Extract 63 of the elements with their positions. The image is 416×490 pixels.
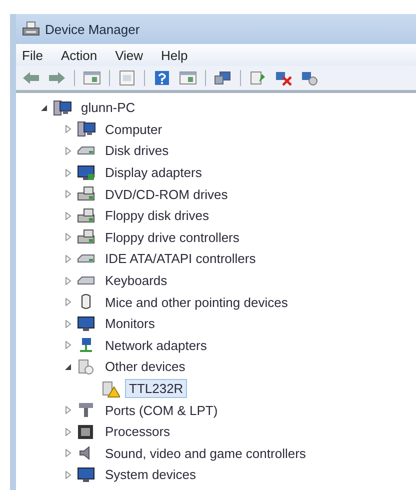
tree-item[interactable]: Sound, video and game controllers: [101, 444, 310, 463]
menu-item[interactable]: File: [22, 48, 43, 62]
tree-item[interactable]: TTL232R: [125, 379, 188, 398]
collapse-arrow-icon[interactable]: [40, 104, 48, 112]
unknown-device-icon: [76, 358, 96, 376]
expand-arrow-icon[interactable]: [64, 254, 72, 263]
floppy-drive-icon: [76, 228, 96, 246]
disable-device-icon[interactable]: [301, 70, 319, 86]
tree-item[interactable]: Network adapters: [101, 336, 211, 355]
expand-arrow-icon[interactable]: [64, 168, 72, 177]
forward-arrow-icon[interactable]: [48, 70, 66, 86]
help-icon[interactable]: [153, 70, 171, 86]
computer-icon: [52, 98, 72, 117]
processor-icon: [76, 422, 96, 441]
tree-item[interactable]: glunn-PC: [77, 98, 140, 118]
tree-item[interactable]: Mice and other pointing devices: [101, 292, 292, 312]
pane-icon[interactable]: [83, 70, 101, 86]
expand-arrow-icon[interactable]: [64, 276, 72, 285]
tree-item[interactable]: Disk drives: [101, 141, 173, 160]
expand-arrow-icon[interactable]: [64, 320, 72, 328]
expand-arrow-icon[interactable]: [64, 449, 72, 458]
expand-arrow-icon[interactable]: [64, 470, 72, 479]
tree-item[interactable]: DVD/CD-ROM drives: [101, 184, 232, 204]
tree-item[interactable]: Ports (COM & LPT): [101, 400, 222, 420]
collapse-arrow-icon[interactable]: [64, 362, 72, 371]
properties-icon[interactable]: [118, 70, 136, 86]
expand-arrow-icon[interactable]: [64, 341, 72, 350]
expand-arrow-icon[interactable]: [64, 212, 72, 220]
printer-icon: [22, 21, 40, 37]
expand-arrow-icon[interactable]: [64, 233, 72, 242]
monitor-icon: [76, 314, 96, 333]
port-icon: [76, 401, 96, 420]
update-driver-icon[interactable]: [249, 70, 267, 86]
pane-icon[interactable]: [179, 70, 197, 86]
expand-arrow-icon[interactable]: [64, 298, 72, 306]
tree-item[interactable]: IDE ATA/ATAPI controllers: [101, 249, 260, 268]
expand-arrow-icon[interactable]: [64, 190, 72, 198]
window-title: Device Manager: [45, 22, 140, 36]
back-arrow-icon[interactable]: [22, 70, 40, 86]
tree-item[interactable]: Other devices: [101, 357, 190, 376]
tree-item[interactable]: Keyboards: [101, 271, 172, 290]
menu-item[interactable]: Action: [60, 48, 98, 62]
display-adapter-icon: [76, 164, 96, 182]
optical-drive-icon: [76, 185, 96, 204]
tree-item[interactable]: Display adapters: [101, 163, 206, 182]
expand-arrow-icon[interactable]: [64, 428, 72, 436]
expand-arrow-icon[interactable]: [64, 125, 72, 134]
computer-icon: [76, 120, 96, 138]
tree-item[interactable]: Processors: [101, 422, 174, 442]
tree-item[interactable]: Computer: [101, 120, 166, 139]
uninstall-icon[interactable]: [275, 70, 293, 86]
tree-item[interactable]: Floppy drive controllers: [101, 228, 244, 247]
menu-item[interactable]: View: [115, 48, 144, 62]
menu-item[interactable]: Help: [161, 48, 188, 62]
tree-item[interactable]: Floppy disk drives: [101, 206, 214, 226]
warning-device-icon: [100, 380, 120, 398]
expand-arrow-icon[interactable]: [64, 406, 72, 414]
tree-item[interactable]: System devices: [101, 465, 200, 484]
scan-hardware-icon[interactable]: [214, 70, 232, 86]
tree-item[interactable]: Monitors: [101, 314, 159, 334]
expand-arrow-icon[interactable]: [64, 146, 72, 155]
floppy-drive-icon: [76, 206, 96, 225]
system-device-icon: [76, 466, 96, 484]
